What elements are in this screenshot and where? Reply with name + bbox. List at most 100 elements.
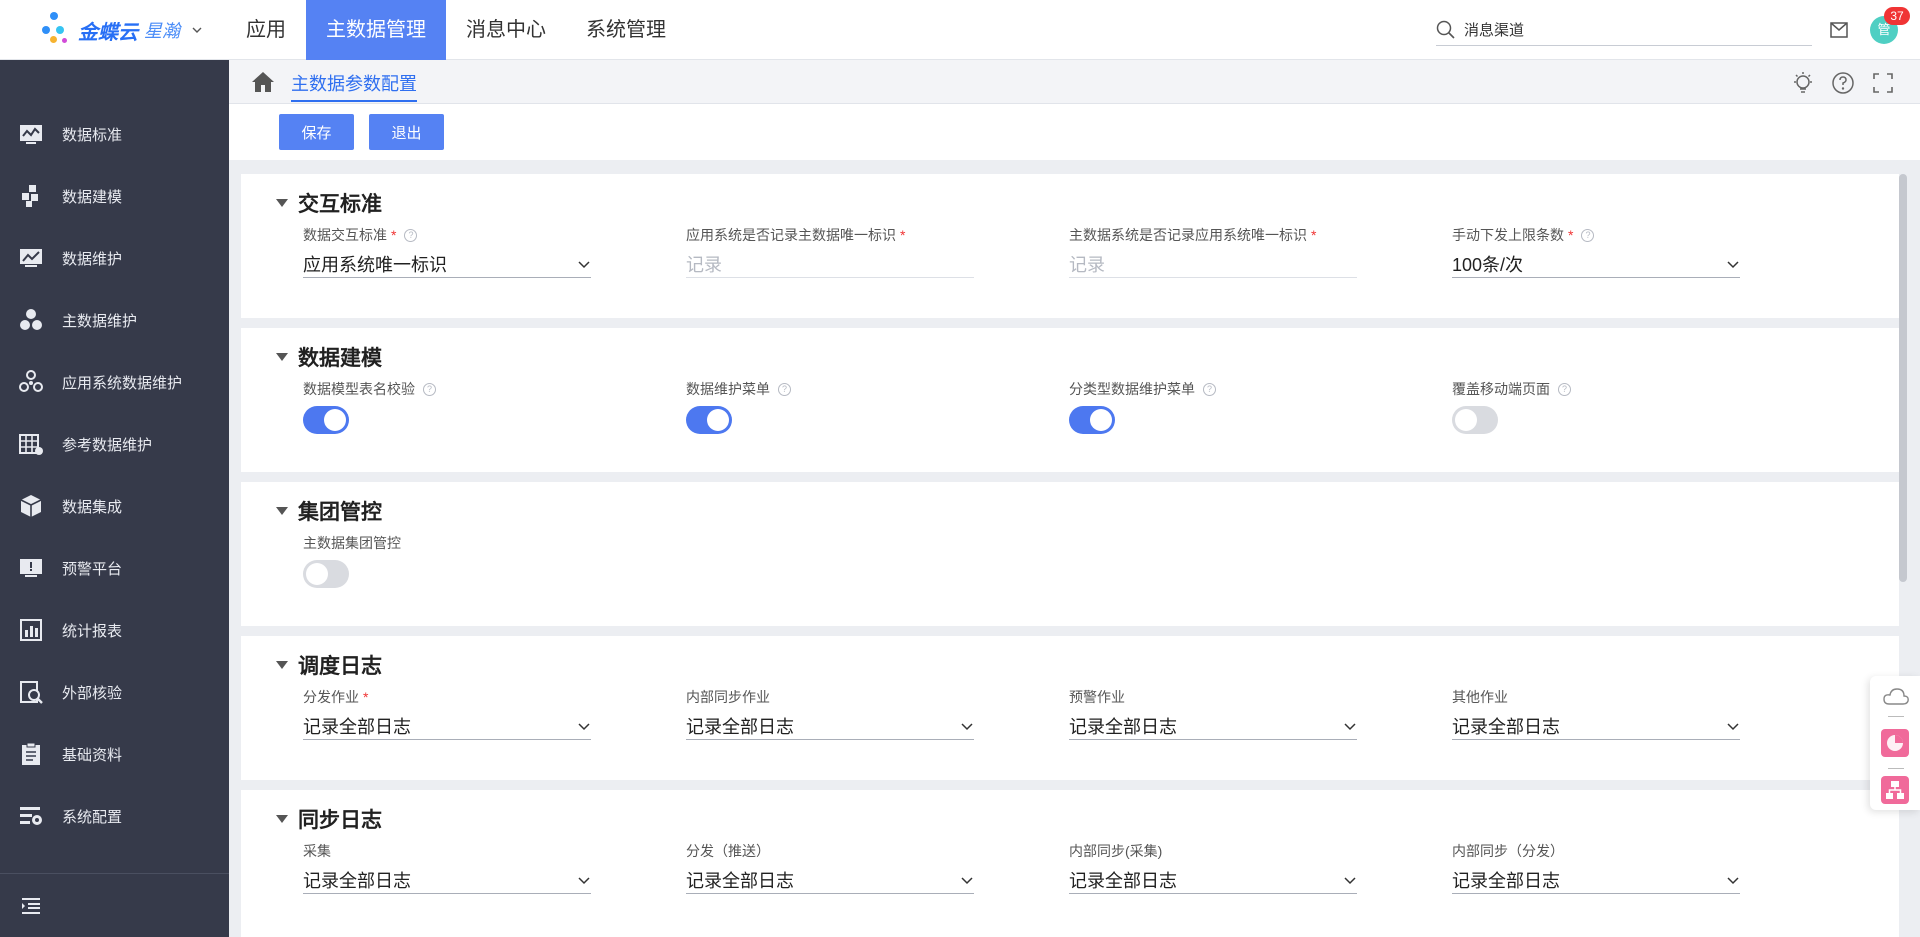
internal-sync-job-select[interactable]: 记录全部日志 — [686, 712, 974, 740]
top-nav: 应用 主数据管理 消息中心 系统管理 — [226, 0, 686, 60]
toolbar: 保存 退出 — [229, 104, 1920, 160]
help-icon[interactable]: ? — [1203, 382, 1216, 396]
section-data-modeling: 数据建模 数据模型表名校验? 数据维护菜单? 分类型数据维护菜单? 覆盖移动端页… — [241, 328, 1899, 472]
chevron-down-icon — [961, 722, 973, 730]
alert-monitor-icon — [20, 559, 42, 577]
breadcrumb-current-tab[interactable]: 主数据参数配置 — [291, 70, 417, 102]
report-icon — [20, 619, 42, 641]
sidebar-item-alert-platform[interactable]: 预警平台 — [0, 537, 229, 599]
distribution-limit-select[interactable]: 100条/次 — [1452, 250, 1740, 278]
master-group-control-toggle[interactable] — [303, 560, 349, 588]
help-icon[interactable]: ? — [423, 382, 436, 396]
sidebar: 数据标准 数据建模 数据维护 主数据维护 应用系统数据维护 参考数据维护 数据集… — [0, 60, 229, 937]
app-record-master-id-input[interactable]: 记录 — [686, 250, 974, 278]
sidebar-item-app-data-maintenance[interactable]: 应用系统数据维护 — [0, 351, 229, 413]
sidebar-item-data-integration[interactable]: 数据集成 — [0, 475, 229, 537]
sidebar-item-statistics-report[interactable]: 统计报表 — [0, 599, 229, 661]
search-box[interactable] — [1436, 14, 1812, 46]
mailbox-icon[interactable] — [1828, 18, 1850, 40]
override-mobile-page-toggle[interactable] — [1452, 406, 1498, 434]
alert-job-select[interactable]: 记录全部日志 — [1069, 712, 1357, 740]
content-scrollbar[interactable] — [1899, 174, 1907, 582]
field-label: 分类型数据维护菜单 — [1069, 381, 1195, 397]
sidebar-item-data-modeling[interactable]: 数据建模 — [0, 165, 229, 227]
section-header[interactable]: 集团管控 — [276, 496, 382, 526]
sidebar-item-data-standard[interactable]: 数据标准 — [0, 103, 229, 165]
help-icon[interactable]: ? — [778, 382, 791, 396]
section-header[interactable]: 数据建模 — [276, 342, 382, 372]
section-title: 调度日志 — [298, 655, 382, 678]
sidebar-item-data-maintenance[interactable]: 数据维护 — [0, 227, 229, 289]
distribution-job-select[interactable]: 记录全部日志 — [303, 712, 591, 740]
brand-product: 星瀚 — [144, 21, 180, 41]
help-icon[interactable]: ? — [1558, 382, 1571, 396]
field-internal-sync-collect: 内部同步(采集) 记录全部日志 — [1069, 842, 1357, 894]
org-chart-icon[interactable] — [1881, 776, 1909, 804]
field-label: 数据维护菜单 — [686, 381, 770, 397]
sidebar-item-label: 数据标准 — [62, 126, 123, 144]
fullscreen-icon[interactable] — [1871, 71, 1895, 95]
section-sync-log: 同步日志 采集 记录全部日志 分发（推送） 记录全部日志 内部同步(采集) 记录… — [241, 790, 1899, 937]
category-maintenance-menu-toggle[interactable] — [1069, 406, 1115, 434]
help-icon[interactable]: ? — [404, 228, 418, 242]
other-job-select[interactable]: 记录全部日志 — [1452, 712, 1740, 740]
field-alert-job: 预警作业 记录全部日志 — [1069, 688, 1357, 740]
pie-app-icon[interactable] — [1881, 729, 1909, 757]
nav-master-data[interactable]: 主数据管理 — [306, 0, 446, 60]
sidebar-collapse-button[interactable] — [0, 873, 229, 937]
table-icon — [19, 434, 43, 455]
sidebar-item-system-config[interactable]: 系统配置 — [0, 785, 229, 847]
sidebar-item-basic-data[interactable]: 基础资料 — [0, 723, 229, 785]
nav-system-management[interactable]: 系统管理 — [566, 0, 686, 60]
sidebar-item-reference-data[interactable]: 参考数据维护 — [0, 413, 229, 475]
chevron-down-icon[interactable] — [192, 25, 202, 35]
brand-logo[interactable]: 金蝶云 星瀚 — [42, 10, 202, 50]
field-distribution-job: 分发作业 * 记录全部日志 — [303, 688, 591, 740]
section-schedule-log: 调度日志 分发作业 * 记录全部日志 内部同步作业 记录全部日志 预警作业 记录全… — [241, 636, 1899, 780]
section-title: 集团管控 — [298, 501, 382, 524]
field-manual-distribution-limit: 手动下发上限条数 *? 100条/次 — [1452, 226, 1740, 278]
data-maintenance-menu-toggle[interactable] — [686, 406, 732, 434]
internal-sync-distribute-select[interactable]: 记录全部日志 — [1452, 866, 1740, 894]
chevron-down-icon — [961, 876, 973, 884]
chevron-down-icon — [1727, 876, 1739, 884]
chevron-down-icon — [1344, 722, 1356, 730]
sidebar-item-external-verification[interactable]: 外部核验 — [0, 661, 229, 723]
field-label: 内部同步（分发） — [1452, 843, 1564, 859]
help-icon[interactable] — [1831, 71, 1855, 95]
sidebar-item-master-data-maintenance[interactable]: 主数据维护 — [0, 289, 229, 351]
section-header[interactable]: 同步日志 — [276, 804, 382, 834]
sidebar-item-label: 主数据维护 — [62, 312, 138, 330]
verify-icon — [20, 681, 43, 704]
lightbulb-icon[interactable] — [1791, 71, 1815, 95]
section-header[interactable]: 调度日志 — [276, 650, 382, 680]
required-mark: * — [900, 227, 906, 243]
collapse-menu-icon — [22, 897, 40, 914]
field-label: 分发（推送） — [686, 843, 770, 859]
save-button[interactable]: 保存 — [279, 114, 354, 150]
search-input[interactable] — [1464, 21, 1784, 38]
circles-icon — [20, 309, 42, 330]
collect-select[interactable]: 记录全部日志 — [303, 866, 591, 894]
help-icon[interactable]: ? — [1581, 228, 1595, 242]
master-record-app-id-input[interactable]: 记录 — [1069, 250, 1357, 278]
nav-apps[interactable]: 应用 — [226, 0, 306, 60]
distribute-push-select[interactable]: 记录全部日志 — [686, 866, 974, 894]
home-icon[interactable] — [251, 71, 275, 93]
nodes-icon — [19, 370, 43, 392]
interaction-standard-select[interactable]: 应用系统唯一标识 — [303, 250, 591, 278]
cloud-icon[interactable] — [1882, 686, 1910, 708]
exit-button[interactable]: 退出 — [369, 114, 444, 150]
monitor-icon — [20, 249, 42, 267]
top-bar: 金蝶云 星瀚 应用 主数据管理 消息中心 系统管理 管 37 — [0, 0, 1920, 60]
required-mark: * — [391, 227, 397, 243]
field-master-record-app-id: 主数据系统是否记录应用系统唯一标识 * 记录 — [1069, 226, 1357, 278]
internal-sync-collect-select[interactable]: 记录全部日志 — [1069, 866, 1357, 894]
section-header[interactable]: 交互标准 — [276, 188, 382, 218]
sidebar-item-label: 应用系统数据维护 — [62, 374, 183, 392]
section-title: 交互标准 — [298, 193, 382, 216]
select-value: 记录全部日志 — [1452, 716, 1560, 737]
nav-message-center[interactable]: 消息中心 — [446, 0, 566, 60]
required-mark: * — [363, 689, 369, 705]
model-table-name-check-toggle[interactable] — [303, 406, 349, 434]
